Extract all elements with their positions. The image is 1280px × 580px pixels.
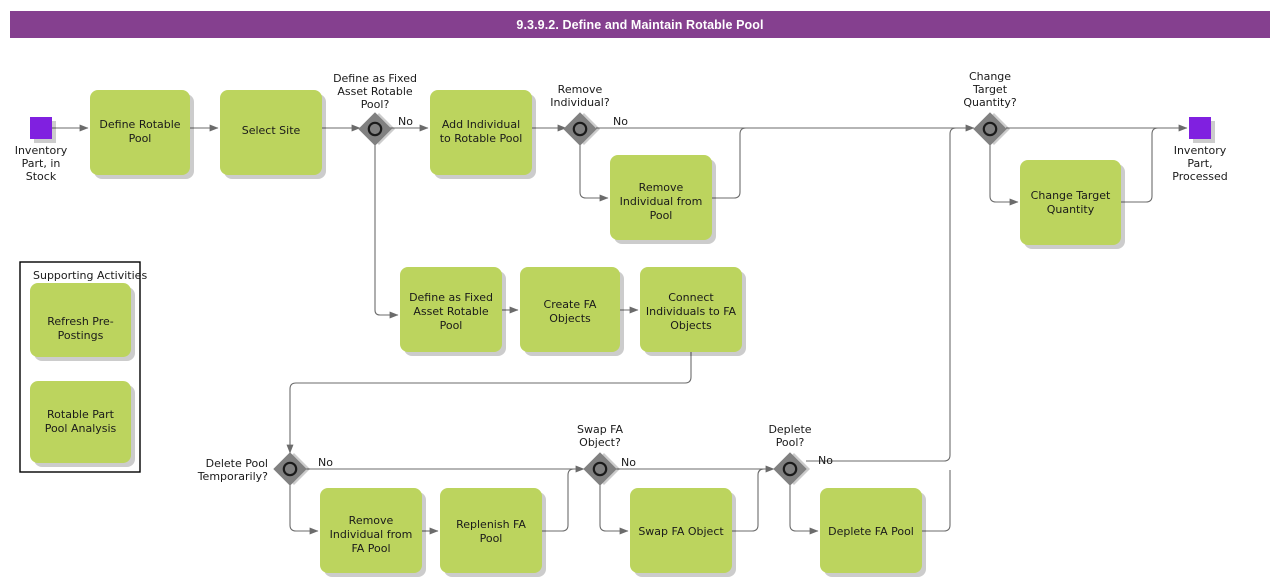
flow-deplete-fa-pool-rejoin: [922, 470, 951, 532]
edge-label-no-gateway5: No: [621, 456, 636, 469]
gateway-label-line-2: Asset Rotable: [337, 85, 413, 98]
edge-label-no-gateway1: No: [398, 115, 413, 128]
supporting-task-label-line-2: Postings: [58, 329, 104, 342]
gateway-label-line-1: Deplete: [768, 423, 811, 436]
task-label-line-3: FA Pool: [351, 542, 390, 555]
task-select-site[interactable]: Select Site: [220, 90, 326, 179]
flow-change-target-quantity-rejoin: [1121, 127, 1166, 203]
task-define-as-fixed-asset-rotable-pool[interactable]: Define as Fixed Asset Rotable Pool: [400, 267, 506, 356]
gateway-define-as-fixed-asset-rotable-pool[interactable]: Define as Fixed Asset Rotable Pool?: [333, 72, 417, 146]
end-event-inventory-part-processed[interactable]: Inventory Part, Processed: [1172, 117, 1228, 183]
supporting-task-label-line-1: Rotable Part: [47, 408, 115, 421]
task-label-line-1: Swap FA Object: [638, 525, 724, 538]
start-event-label-line-2: Part, in: [22, 157, 61, 170]
gateway-label-line-1: Change: [969, 70, 1011, 83]
task-label-line-2: Individual from: [620, 195, 703, 208]
gateway-label-line-1: Delete Pool: [206, 457, 268, 470]
task-label-line-3: Pool: [440, 319, 463, 332]
gateway-remove-individual[interactable]: Remove Individual?: [550, 83, 610, 146]
supporting-task-rotable-part-pool-analysis[interactable]: Rotable Part Pool Analysis: [30, 381, 135, 467]
edge-label-no-gateway2: No: [613, 115, 628, 128]
task-label-line-2: Pool: [129, 132, 152, 145]
gateway-label-line-2: Object?: [579, 436, 621, 449]
task-replenish-fa-pool[interactable]: Replenish FA Pool: [440, 488, 546, 577]
edge-label-no-gateway6: No: [818, 454, 833, 467]
gateway-deplete-pool[interactable]: Deplete Pool?: [768, 423, 812, 486]
task-label-line-1: Replenish FA: [456, 518, 526, 531]
flow-gateway4-yes-to-remove-individual-fa: [289, 485, 319, 535]
task-define-rotable-pool[interactable]: Define Rotable Pool: [90, 90, 194, 179]
edge-label-no-gateway4: No: [318, 456, 333, 469]
end-event-label-line-1: Inventory: [1174, 144, 1227, 157]
gateway-label-line-2: Target: [972, 83, 1008, 96]
gateway-label-line-2: Individual?: [550, 96, 610, 109]
task-label-line-1: Create FA: [544, 298, 597, 311]
task-label-line-2: to Rotable Pool: [440, 132, 523, 145]
flow-gateway1-yes-to-define-fa-pool: [374, 144, 399, 319]
flow-replenish-rejoin: [542, 468, 584, 532]
task-add-individual-to-rotable-pool[interactable]: Add Individual to Rotable Pool: [430, 90, 536, 179]
gateway-change-target-quantity[interactable]: Change Target Quantity?: [963, 70, 1017, 146]
flow-remove-individual-rejoin: [712, 127, 752, 199]
task-swap-fa-object[interactable]: Swap FA Object: [630, 488, 736, 577]
gateway-label-line-3: Pool?: [361, 98, 390, 111]
task-label-line-1: Remove: [349, 514, 394, 527]
start-event-label-line-3: Stock: [26, 170, 57, 183]
start-event-label-line-1: Inventory: [15, 144, 68, 157]
flow-gateway5-yes-to-swap-fa-object: [599, 485, 629, 535]
task-label-line-3: Pool: [650, 209, 673, 222]
supporting-activities-title: Supporting Activities: [33, 269, 147, 282]
task-remove-individual-from-pool[interactable]: Remove Individual from Pool: [610, 155, 716, 244]
gateway-label-line-1: Swap FA: [577, 423, 624, 436]
task-deplete-fa-pool[interactable]: Deplete FA Pool: [820, 488, 926, 577]
start-event-inventory-part-in-stock[interactable]: Inventory Part, in Stock: [15, 117, 68, 183]
task-create-fa-objects[interactable]: Create FA Objects: [520, 267, 624, 356]
task-connect-individuals-to-fa-objects[interactable]: Connect Individuals to FA Objects: [640, 267, 746, 356]
task-label-line-2: Quantity: [1047, 203, 1095, 216]
flow-gateway3-yes-to-change-target-quantity: [989, 144, 1019, 206]
task-label-line-1: Connect: [668, 291, 714, 304]
task-label-line-1: Define Rotable: [99, 118, 180, 131]
flow-swap-fa-object-rejoin: [732, 468, 774, 532]
task-change-target-quantity[interactable]: Change Target Quantity: [1020, 160, 1125, 249]
gateway-swap-fa-object[interactable]: Swap FA Object?: [577, 423, 624, 486]
gateway-label-line-2: Pool?: [776, 436, 805, 449]
gateway-label-line-2: Temporarily?: [197, 470, 268, 483]
task-label-line-1: Remove: [639, 181, 684, 194]
task-label-line-2: Objects: [549, 312, 591, 325]
flow-connect-individuals-to-gateway4: [286, 352, 692, 454]
supporting-task-label-line-2: Pool Analysis: [45, 422, 117, 435]
flow-gateway6-yes-to-deplete-fa-pool: [789, 485, 819, 535]
gateway-label-line-1: Define as Fixed: [333, 72, 417, 85]
flow-gateway2-yes-to-remove-individual: [579, 144, 609, 202]
task-label-line-2: Individual from: [330, 528, 413, 541]
task-label-line-1: Select Site: [242, 124, 301, 137]
supporting-task-refresh-pre-postings[interactable]: Refresh Pre- Postings: [30, 283, 135, 361]
task-label-line-1: Define as Fixed: [409, 291, 493, 304]
gateway-label-line-3: Quantity?: [963, 96, 1017, 109]
supporting-activities-group: Supporting Activities Refresh Pre- Posti…: [19, 261, 147, 473]
task-label-line-2: Asset Rotable: [413, 305, 489, 318]
process-diagram-canvas: Supporting Activities Refresh Pre- Posti…: [0, 0, 1280, 580]
task-label-line-2: Pool: [480, 532, 503, 545]
task-remove-individual-from-fa-pool[interactable]: Remove Individual from FA Pool: [320, 488, 426, 577]
task-label-line-2: Individuals to FA: [646, 305, 737, 318]
supporting-task-label-line-1: Refresh Pre-: [47, 315, 114, 328]
task-label-line-1: Deplete FA Pool: [828, 525, 914, 538]
task-label-line-1: Add Individual: [442, 118, 520, 131]
task-label-line-1: Change Target: [1031, 189, 1111, 202]
end-event-label-line-3: Processed: [1172, 170, 1227, 183]
flow-gateway6-no-to-gateway3: [806, 127, 974, 462]
end-event-label-line-2: Part,: [1187, 157, 1212, 170]
gateway-delete-pool-temporarily[interactable]: Delete Pool Temporarily?: [197, 452, 310, 486]
gateway-label-line-1: Remove: [558, 83, 603, 96]
task-label-line-3: Objects: [670, 319, 712, 332]
